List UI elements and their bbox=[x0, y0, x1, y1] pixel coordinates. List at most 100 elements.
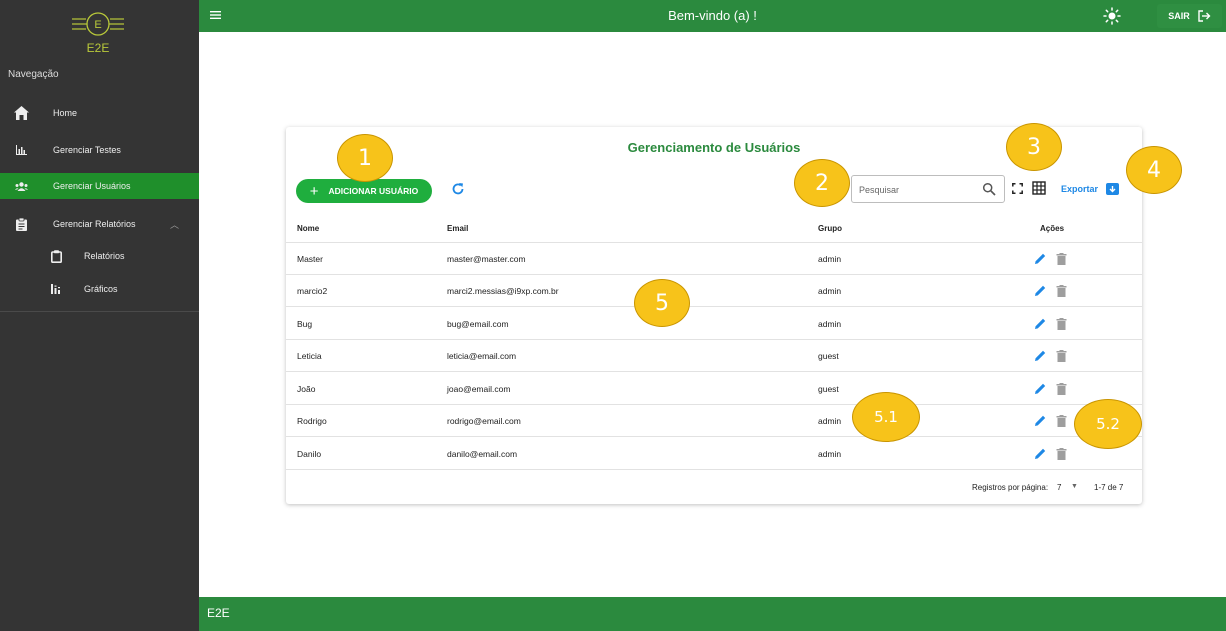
cell-grupo: admin bbox=[818, 253, 842, 264]
users-icon bbox=[13, 178, 29, 194]
footer-label: E2E bbox=[207, 606, 230, 620]
trash-icon[interactable] bbox=[1056, 349, 1067, 362]
sidebar: E E2E Navegação Home Gerenciar Testes Ge… bbox=[0, 0, 199, 631]
table-row: João joao@email.com guest bbox=[286, 373, 1142, 405]
add-user-button[interactable]: + ADICIONAR USUÁRIO bbox=[296, 179, 432, 203]
refresh-icon[interactable] bbox=[451, 182, 465, 196]
annotation-marker-5-2: 5.2 bbox=[1074, 399, 1142, 449]
home-icon bbox=[13, 105, 29, 121]
sidebar-item-graficos[interactable]: Gráficos bbox=[0, 276, 199, 302]
fullscreen-icon[interactable] bbox=[1012, 183, 1023, 194]
cell-nome: Leticia bbox=[297, 350, 322, 361]
edit-icon[interactable] bbox=[1034, 382, 1047, 395]
trash-icon[interactable] bbox=[1056, 317, 1067, 330]
cell-nome: João bbox=[297, 383, 316, 394]
row-actions bbox=[1034, 414, 1067, 427]
pagination-range: 1-7 de 7 bbox=[1094, 483, 1124, 492]
row-actions bbox=[1034, 252, 1067, 265]
sidebar-item-label: Gerenciar Relatórios bbox=[53, 219, 136, 229]
cell-grupo: admin bbox=[818, 415, 842, 426]
column-header-email[interactable]: Email bbox=[447, 215, 468, 242]
export-download-icon[interactable] bbox=[1106, 183, 1119, 195]
row-actions bbox=[1034, 317, 1067, 330]
user-management-card: Gerenciamento de Usuários + ADICIONAR US… bbox=[286, 127, 1142, 504]
table-row: Leticia leticia@email.com guest bbox=[286, 340, 1142, 372]
table-row: Rodrigo rodrigo@email.com admin bbox=[286, 405, 1142, 437]
footer: E2E bbox=[199, 597, 1226, 631]
logo-text: E2E bbox=[87, 41, 110, 55]
chevron-up-icon[interactable]: ︿ bbox=[170, 218, 179, 231]
sidebar-item-gerenciar-testes[interactable]: Gerenciar Testes bbox=[0, 137, 199, 163]
search-box bbox=[851, 175, 1005, 203]
cell-email: joao@email.com bbox=[447, 383, 511, 394]
annotation-marker-3: 3 bbox=[1006, 123, 1062, 171]
cell-nome: marcio2 bbox=[297, 285, 328, 296]
trash-icon[interactable] bbox=[1056, 284, 1067, 297]
columns-grid-icon[interactable] bbox=[1032, 181, 1046, 195]
sidebar-item-label: Gráficos bbox=[84, 284, 118, 294]
column-header-acoes: Ações bbox=[1040, 224, 1065, 233]
cell-grupo: admin bbox=[818, 285, 842, 296]
edit-icon[interactable] bbox=[1034, 252, 1047, 265]
row-actions bbox=[1034, 349, 1067, 362]
logout-button[interactable]: SAIR bbox=[1157, 4, 1222, 28]
cell-email: danilo@email.com bbox=[447, 448, 518, 459]
sidebar-item-label: Gerenciar Usuários bbox=[53, 181, 131, 191]
annotation-marker-2: 2 bbox=[794, 159, 850, 207]
column-header-nome[interactable]: Nome bbox=[297, 215, 319, 242]
chart-icon bbox=[13, 142, 29, 158]
cell-grupo: guest bbox=[818, 350, 839, 361]
caret-down-icon[interactable]: ▼ bbox=[1071, 483, 1078, 490]
annotation-marker-1: 1 bbox=[337, 134, 393, 182]
search-icon[interactable] bbox=[982, 182, 996, 196]
clipboard-icon bbox=[13, 216, 29, 232]
table-row: Bug bug@email.com admin bbox=[286, 308, 1142, 340]
cell-email: rodrigo@email.com bbox=[447, 415, 521, 426]
cell-email: marci2.messias@i9xp.com.br bbox=[447, 285, 559, 296]
edit-icon[interactable] bbox=[1034, 317, 1047, 330]
welcome-message: Bem-vindo (a) ! bbox=[668, 8, 757, 23]
export-link[interactable]: Exportar bbox=[1061, 184, 1098, 194]
top-bar: Bem-vindo (a) ! SAIR bbox=[199, 0, 1226, 32]
cell-email: bug@email.com bbox=[447, 318, 509, 329]
table-row: marcio2 marci2.messias@i9xp.com.br admin bbox=[286, 275, 1142, 307]
nav-title: Navegação bbox=[8, 69, 59, 80]
sidebar-item-gerenciar-relatorios[interactable]: Gerenciar Relatórios ︿ bbox=[0, 211, 199, 237]
table-row: Master master@master.com admin bbox=[286, 243, 1142, 275]
column-header-grupo[interactable]: Grupo bbox=[818, 215, 842, 242]
row-actions bbox=[1034, 382, 1067, 395]
cell-grupo: guest bbox=[818, 383, 839, 394]
cell-nome: Master bbox=[297, 253, 323, 264]
sidebar-item-relatorios[interactable]: Relatórios bbox=[0, 243, 199, 269]
row-actions bbox=[1034, 447, 1067, 460]
table-header: Nome Email Grupo Ações bbox=[286, 215, 1142, 243]
edit-icon[interactable] bbox=[1034, 447, 1047, 460]
cell-email: leticia@email.com bbox=[447, 350, 517, 361]
edit-icon[interactable] bbox=[1034, 284, 1047, 297]
add-user-label: ADICIONAR USUÁRIO bbox=[328, 186, 419, 196]
cell-nome: Bug bbox=[297, 318, 313, 329]
cell-email: master@master.com bbox=[447, 253, 526, 264]
row-actions bbox=[1034, 284, 1067, 297]
sidebar-item-home[interactable]: Home bbox=[0, 100, 199, 126]
sidebar-item-label: Gerenciar Testes bbox=[53, 145, 121, 155]
logout-label: SAIR bbox=[1168, 11, 1190, 21]
trash-icon[interactable] bbox=[1056, 382, 1067, 395]
sun-icon[interactable] bbox=[1103, 7, 1121, 25]
sidebar-item-label: Home bbox=[53, 108, 78, 118]
annotation-marker-4: 4 bbox=[1126, 146, 1182, 194]
trash-icon[interactable] bbox=[1056, 447, 1067, 460]
pagination: Registros por página: 7 ▼ 1-7 de 7 bbox=[286, 480, 1142, 496]
clipboard-outline-icon bbox=[48, 248, 64, 264]
search-input[interactable] bbox=[859, 182, 969, 198]
edit-icon[interactable] bbox=[1034, 349, 1047, 362]
sidebar-item-gerenciar-usuarios[interactable]: Gerenciar Usuários bbox=[0, 173, 199, 199]
rows-per-page-select[interactable]: 7 bbox=[1057, 483, 1061, 492]
trash-icon[interactable] bbox=[1056, 252, 1067, 265]
sidebar-item-label: Relatórios bbox=[84, 251, 125, 261]
trash-icon[interactable] bbox=[1056, 414, 1067, 427]
table-row: Danilo danilo@email.com admin bbox=[286, 438, 1142, 470]
plus-icon: + bbox=[309, 182, 319, 200]
edit-icon[interactable] bbox=[1034, 414, 1047, 427]
annotation-marker-5: 5 bbox=[634, 279, 690, 327]
